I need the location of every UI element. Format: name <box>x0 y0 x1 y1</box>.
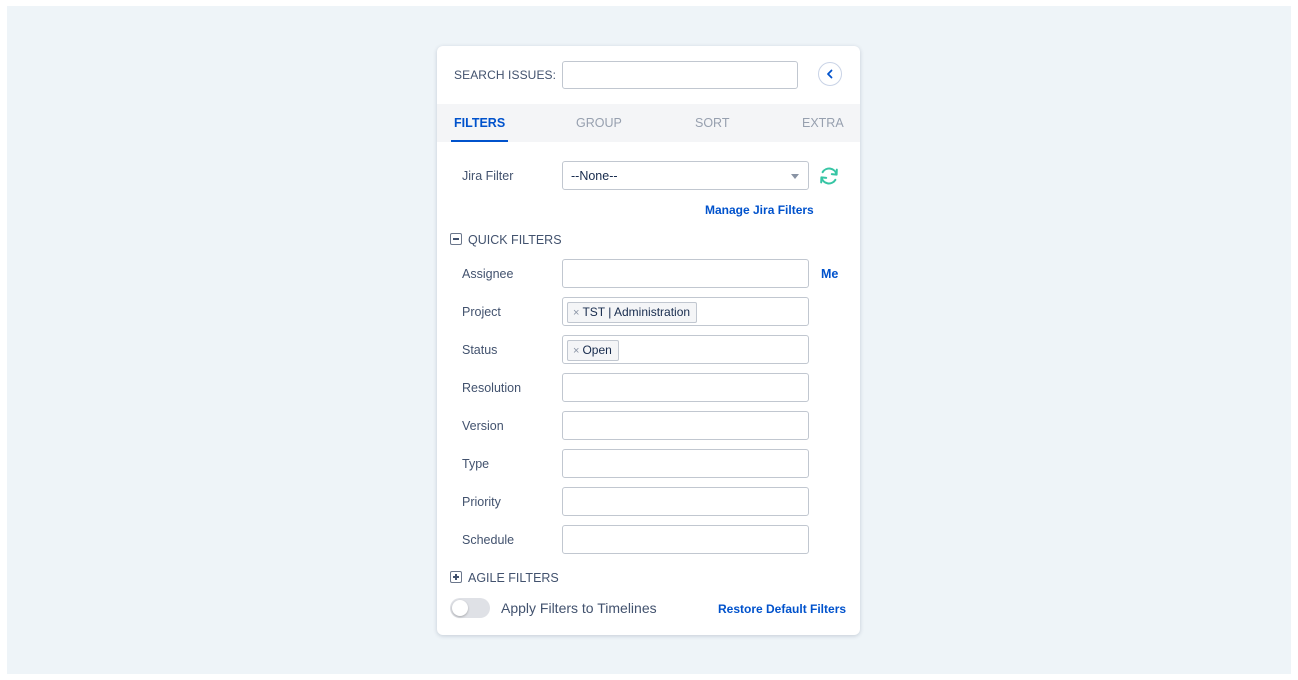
search-row: SEARCH ISSUES: <box>437 46 860 104</box>
issue-filter-panel: SEARCH ISSUES: FILTERS GROUP SORT EXTRA … <box>437 46 860 635</box>
dropdown-arrow-icon <box>791 174 799 179</box>
project-tag: × TST | Administration <box>567 302 698 323</box>
chevron-left-icon <box>827 69 833 79</box>
schedule-field[interactable] <box>562 525 809 554</box>
project-tag-label: TST | Administration <box>582 305 691 319</box>
apply-filters-label: Apply Filters to Timelines <box>501 600 657 616</box>
tab-extra[interactable]: EXTRA <box>802 104 844 142</box>
priority-field[interactable] <box>562 487 809 516</box>
priority-label: Priority <box>462 495 501 509</box>
version-label: Version <box>462 419 504 433</box>
agile-filters-title: AGILE FILTERS <box>468 571 559 585</box>
tab-bar: FILTERS GROUP SORT EXTRA <box>437 104 860 142</box>
manage-jira-filters-link[interactable]: Manage Jira Filters <box>705 203 814 217</box>
assignee-field[interactable] <box>562 259 809 288</box>
type-label: Type <box>462 457 490 471</box>
assignee-me-link[interactable]: Me <box>821 267 838 281</box>
close-icon[interactable]: × <box>573 307 579 319</box>
quick-filters-toggle[interactable]: QUICK FILTERS <box>450 233 562 247</box>
project-field[interactable]: × TST | Administration <box>562 297 809 326</box>
tab-sort[interactable]: SORT <box>695 104 730 142</box>
collapse-panel-button[interactable] <box>818 62 842 86</box>
close-icon[interactable]: × <box>573 345 579 357</box>
search-input[interactable] <box>562 61 798 89</box>
jira-filter-value: --None-- <box>571 169 618 183</box>
search-label: SEARCH ISSUES: <box>454 68 557 82</box>
status-tag: × Open <box>567 340 619 361</box>
status-field[interactable]: × Open <box>562 335 809 364</box>
assignee-label: Assignee <box>462 267 514 281</box>
status-label: Status <box>462 343 498 357</box>
jira-filter-select[interactable]: --None-- <box>562 161 809 190</box>
tab-group[interactable]: GROUP <box>576 104 622 142</box>
toggle-knob <box>452 600 468 616</box>
agile-filters-toggle[interactable]: AGILE FILTERS <box>450 571 559 585</box>
resolution-field[interactable] <box>562 373 809 402</box>
status-tag-label: Open <box>582 343 612 357</box>
version-field[interactable] <box>562 411 809 440</box>
quick-filters-title: QUICK FILTERS <box>468 233 562 247</box>
plus-square-icon <box>450 571 462 583</box>
type-field[interactable] <box>562 449 809 478</box>
restore-default-filters-link[interactable]: Restore Default Filters <box>718 602 846 616</box>
apply-filters-toggle[interactable] <box>450 598 490 618</box>
jira-filter-label: Jira Filter <box>462 169 514 183</box>
minus-square-icon <box>450 233 462 245</box>
project-label: Project <box>462 305 501 319</box>
tab-filters[interactable]: FILTERS <box>450 104 509 142</box>
schedule-label: Schedule <box>462 533 515 547</box>
refresh-icon[interactable] <box>817 164 841 188</box>
resolution-label: Resolution <box>462 381 522 395</box>
